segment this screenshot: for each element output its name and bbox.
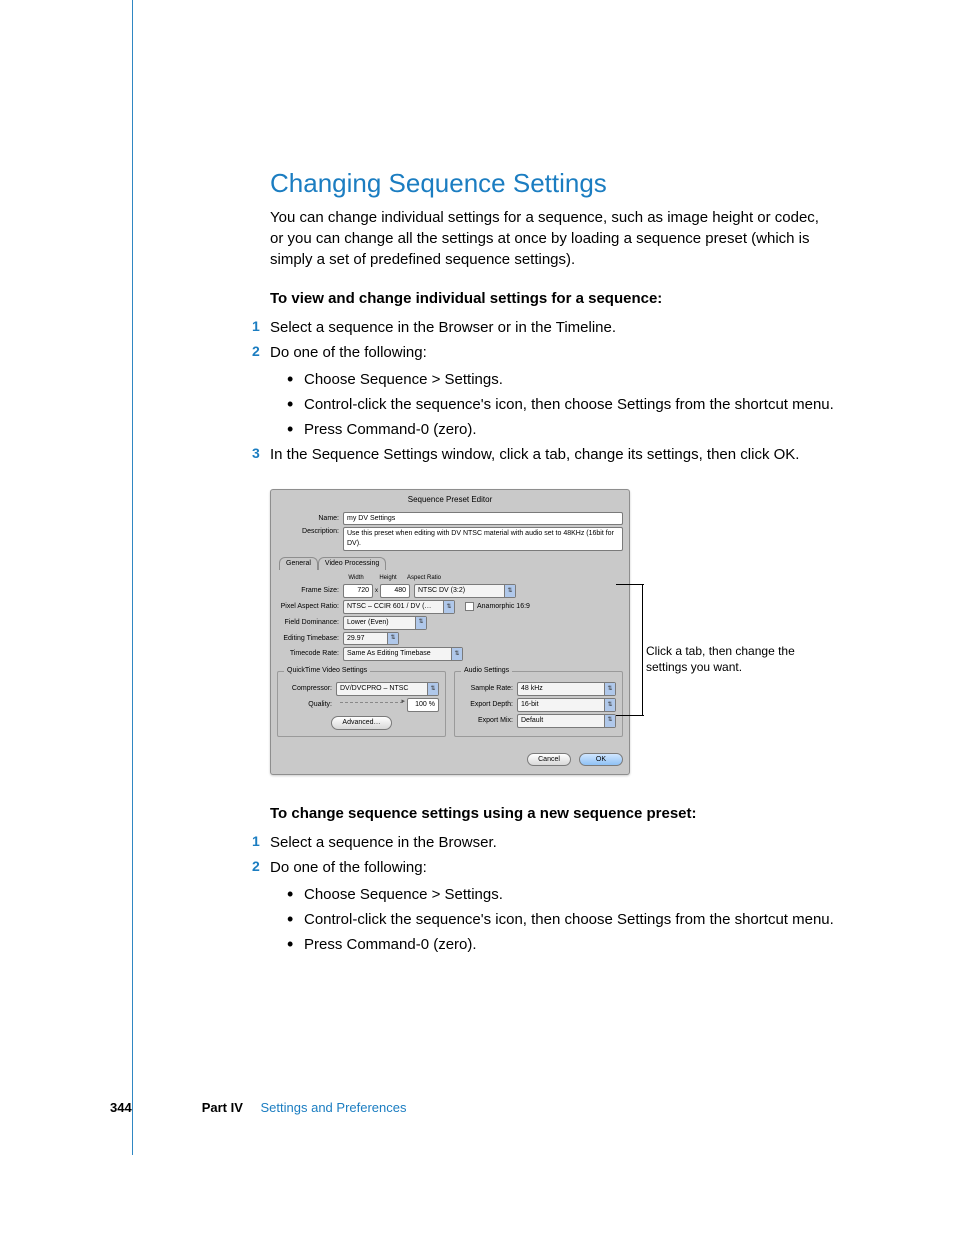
export-mix-label: Export Mix: [461, 716, 513, 726]
timecode-rate-label: Timecode Rate: [277, 649, 339, 659]
page-heading: Changing Sequence Settings [270, 165, 835, 201]
task1-sub-b: Control-click the sequence's icon, then … [290, 394, 835, 415]
description-input[interactable]: Use this preset when editing with DV NTS… [343, 527, 623, 551]
x-separator: x [375, 587, 378, 595]
width-header: Width [343, 574, 369, 582]
frame-width-input[interactable]: 720 [343, 584, 373, 598]
callout-line [642, 584, 643, 716]
task2-step1: 1Select a sequence in the Browser. [270, 832, 835, 853]
callout-text: Click a tab, then change the settings yo… [646, 644, 816, 675]
task1-step3: 3In the Sequence Settings window, click … [270, 444, 835, 465]
frame-height-input[interactable]: 480 [380, 584, 410, 598]
editing-timebase-select[interactable]: 29.97⇅ [343, 632, 399, 646]
quality-value[interactable]: 100 % [407, 698, 439, 712]
task1-title: To view and change individual settings f… [270, 288, 835, 309]
advanced-button[interactable]: Advanced… [331, 716, 391, 730]
callout-line [616, 584, 644, 585]
stepper-icon: ⇅ [604, 699, 615, 711]
export-depth-select[interactable]: 16-bit⇅ [517, 698, 616, 712]
task2-step2: 2Do one of the following: Choose Sequenc… [270, 857, 835, 955]
page-number: 344 [110, 1099, 132, 1117]
name-label: Name: [277, 514, 339, 524]
intro-paragraph: You can change individual settings for a… [270, 207, 835, 270]
stepper-icon: ⇅ [387, 633, 398, 645]
qt-fieldset-title: QuickTime Video Settings [284, 666, 370, 676]
field-dominance-label: Field Dominance: [277, 618, 339, 628]
task2-sub-c: Press Command-0 (zero). [290, 934, 835, 955]
stepper-icon: ⇅ [604, 683, 615, 695]
field-dominance-select[interactable]: Lower (Even)⇅ [343, 616, 427, 630]
margin-rule [132, 0, 133, 1155]
task2-sub-a: Choose Sequence > Settings. [290, 884, 835, 905]
dialog-title: Sequence Preset Editor [277, 494, 623, 505]
anamorphic-checkbox[interactable]: Anamorphic 16:9 [465, 602, 530, 612]
section-label: Settings and Preferences [261, 1100, 407, 1115]
task1-sub-c: Press Command-0 (zero). [290, 419, 835, 440]
aspect-select[interactable]: NTSC DV (3:2)⇅ [414, 584, 516, 598]
timecode-rate-select[interactable]: Same As Editing Timebase⇅ [343, 647, 463, 661]
tab-video-processing[interactable]: Video Processing [318, 557, 386, 570]
quicktime-video-fieldset: QuickTime Video Settings Compressor: DV/… [277, 671, 446, 736]
stepper-icon: ⇅ [415, 617, 426, 629]
task2-title: To change sequence settings using a new … [270, 803, 835, 824]
step-text: Select a sequence in the Browser. [270, 834, 497, 851]
dialog-figure: Sequence Preset Editor Name: my DV Setti… [270, 489, 830, 775]
export-depth-label: Export Depth: [461, 700, 513, 710]
quality-slider[interactable] [340, 702, 403, 707]
stepper-icon: ⇅ [427, 683, 438, 695]
audio-settings-fieldset: Audio Settings Sample Rate: 48 kHz⇅ Expo… [454, 671, 623, 736]
ok-button[interactable]: OK [579, 753, 623, 767]
compressor-select[interactable]: DV/DVCPRO – NTSC⇅ [336, 682, 439, 696]
export-mix-select[interactable]: Default⇅ [517, 714, 616, 728]
step-text: In the Sequence Settings window, click a… [270, 446, 799, 463]
quality-label: Quality: [284, 700, 332, 710]
callout-line [616, 715, 644, 716]
description-label: Description: [277, 527, 339, 537]
task1-sub-a: Choose Sequence > Settings. [290, 369, 835, 390]
editing-timebase-label: Editing Timebase: [277, 634, 339, 644]
step-text: Do one of the following: [270, 859, 427, 876]
par-label: Pixel Aspect Ratio: [277, 602, 339, 612]
audio-fieldset-title: Audio Settings [461, 666, 512, 676]
aspect-header: Aspect Ratio [407, 574, 457, 582]
sample-rate-label: Sample Rate: [461, 684, 513, 694]
cancel-button[interactable]: Cancel [527, 753, 571, 767]
part-label: Part IV [202, 1100, 243, 1115]
stepper-icon: ⇅ [604, 715, 615, 727]
stepper-icon: ⇅ [504, 585, 515, 597]
step-text: Select a sequence in the Browser or in t… [270, 319, 616, 336]
stepper-icon: ⇅ [451, 648, 462, 660]
par-select[interactable]: NTSC – CCIR 601 / DV (…⇅ [343, 600, 455, 614]
page-footer: 344 Part IV Settings and Preferences [110, 1099, 407, 1117]
frame-size-label: Frame Size: [277, 586, 339, 596]
sample-rate-select[interactable]: 48 kHz⇅ [517, 682, 616, 696]
checkbox-icon [465, 602, 474, 611]
height-header: Height [375, 574, 401, 582]
task2-sub-b: Control-click the sequence's icon, then … [290, 909, 835, 930]
stepper-icon: ⇅ [443, 601, 454, 613]
name-input[interactable]: my DV Settings [343, 512, 623, 526]
task1-step1: 1Select a sequence in the Browser or in … [270, 317, 835, 338]
step-text: Do one of the following: [270, 344, 427, 361]
task1-step2: 2Do one of the following: Choose Sequenc… [270, 342, 835, 440]
sequence-preset-editor-dialog: Sequence Preset Editor Name: my DV Setti… [270, 489, 630, 775]
compressor-label: Compressor: [284, 684, 332, 694]
tab-general[interactable]: General [279, 557, 318, 570]
